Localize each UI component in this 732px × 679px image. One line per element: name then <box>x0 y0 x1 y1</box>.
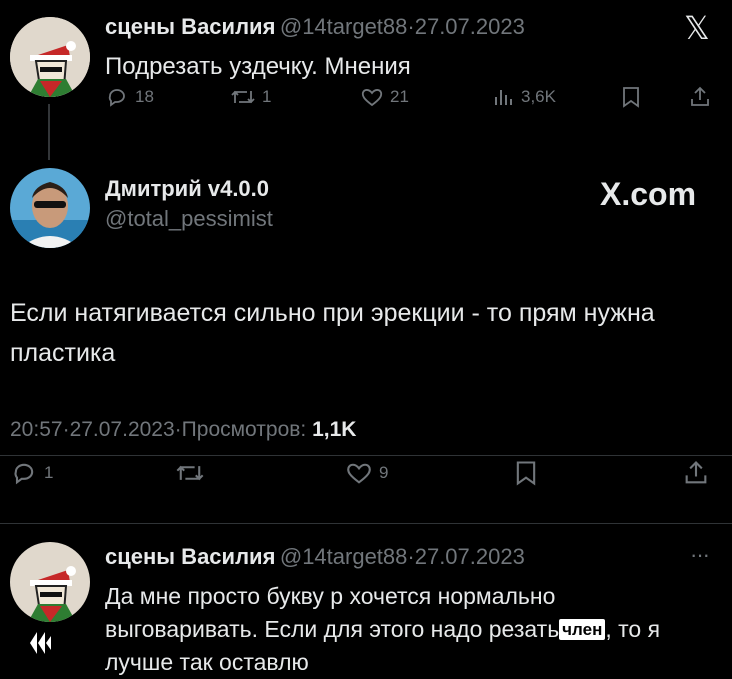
bookmark-button[interactable] <box>620 85 642 109</box>
author-name[interactable]: Дмитрий v4.0.0 <box>105 176 273 202</box>
diamond-badge-icon <box>24 628 54 663</box>
main-post-text: Если натягивается сильно при эрекции - т… <box>10 299 655 367</box>
share-button[interactable] <box>688 85 712 109</box>
main-header: Дмитрий v4.0.0 @total_pessimist <box>105 176 273 232</box>
reply-button[interactable]: 1 <box>10 459 53 487</box>
reply-icon <box>14 463 34 485</box>
repost-icon <box>176 465 204 481</box>
author-handle[interactable]: @total_pessimist <box>105 206 273 232</box>
reply-header: сцены Василия @14target88·27.07.2023 <box>105 544 525 570</box>
views-label: Просмотров: <box>181 418 307 441</box>
separator: · <box>62 418 70 441</box>
like-count: 9 <box>379 463 389 482</box>
author-handle[interactable]: @14target88 <box>280 544 408 569</box>
author-name[interactable]: сцены Василия <box>105 14 275 39</box>
post-date[interactable]: 27.07.2023 <box>415 544 525 569</box>
author-handle[interactable]: @14target88 <box>280 14 408 39</box>
share-button[interactable] <box>682 459 710 487</box>
repost-count: 1 <box>262 87 272 106</box>
share-icon <box>685 461 707 484</box>
bookmark-icon <box>516 461 536 486</box>
repost-icon <box>231 90 255 104</box>
avatar[interactable] <box>10 168 90 248</box>
views-count: 1,1K <box>312 418 357 441</box>
reply-icon <box>108 89 125 107</box>
more-options-icon[interactable]: ··· <box>690 542 710 568</box>
author-name[interactable]: сцены Василия <box>105 544 275 569</box>
like-count: 21 <box>390 87 409 106</box>
views-button[interactable]: 3,6K <box>493 85 556 109</box>
views-icon <box>495 90 512 105</box>
like-icon <box>347 463 371 484</box>
x-logo-icon[interactable]: 𝕏 <box>684 12 710 44</box>
divider <box>0 523 732 524</box>
post-header: сцены Василия @14target88·27.07.2023 <box>105 14 525 40</box>
divider <box>0 455 732 456</box>
reply-button[interactable]: 18 <box>105 85 154 109</box>
brand-watermark: X.com <box>600 176 697 212</box>
bookmark-icon <box>623 87 639 108</box>
reply-count: 1 <box>44 463 54 482</box>
separator: · <box>407 544 415 569</box>
reply-text-start: Да мне просто букву р хочется нормально … <box>105 583 560 642</box>
views-count: 3,6K <box>521 87 556 106</box>
avatar[interactable] <box>10 17 90 97</box>
post-date[interactable]: 27.07.2023 <box>70 418 175 441</box>
like-button[interactable]: 9 <box>345 459 388 487</box>
reply-count: 18 <box>135 87 154 106</box>
censor-badge: член <box>559 619 606 640</box>
post-text: Подрезать уздечку. Мнения <box>105 53 411 80</box>
reply-text: Да мне просто букву р хочется нормально … <box>105 580 710 679</box>
post-meta: 20:57·27.07.2023·Просмотров: 1,1K <box>10 418 356 442</box>
repost-button[interactable] <box>175 459 205 487</box>
separator: · <box>174 418 182 441</box>
repost-button[interactable]: 1 <box>230 85 271 109</box>
post-date[interactable]: 27.07.2023 <box>415 14 525 39</box>
like-icon <box>361 89 383 107</box>
like-button[interactable]: 21 <box>360 85 409 109</box>
thread-line <box>48 104 50 160</box>
separator: · <box>407 14 415 39</box>
bookmark-button[interactable] <box>513 459 539 487</box>
share-icon <box>691 86 709 106</box>
avatar[interactable] <box>10 542 90 622</box>
post-time[interactable]: 20:57 <box>10 418 63 441</box>
